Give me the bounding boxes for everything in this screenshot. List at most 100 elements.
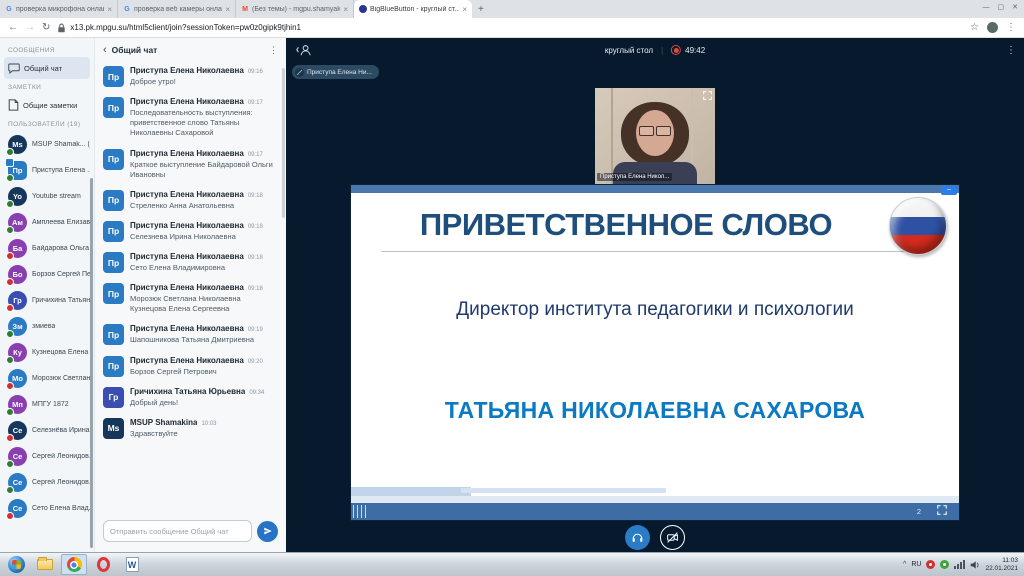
user-status-badge-icon xyxy=(6,251,14,260)
chat-message: Пр Приступа Елена Николаевна 09:19 Шапош… xyxy=(103,324,278,346)
user-name: Гричихина Татьян... xyxy=(32,296,90,304)
sidebar-item-shared-notes[interactable]: Общие заметки xyxy=(4,94,90,116)
tray-expand-icon[interactable]: ^ xyxy=(903,561,906,568)
send-message-button[interactable] xyxy=(257,520,278,542)
window-restore-button[interactable]: ▢ xyxy=(998,3,1005,11)
tab-close-icon[interactable]: × xyxy=(107,5,112,14)
minimize-presentation-button[interactable]: – xyxy=(941,186,957,195)
clock-time: 11:03 xyxy=(1002,556,1018,564)
back-icon[interactable]: ← xyxy=(8,22,18,33)
message-avatar: Пр xyxy=(103,283,124,305)
user-list-item[interactable]: Пр Приступа Елена ... xyxy=(0,157,94,183)
recording-time: 49:42 xyxy=(685,45,706,55)
address-bar: ← → ↻ x13.pk.mpgu.su/html5client/join?se… xyxy=(0,18,1024,38)
user-list-item[interactable]: Се Селезнёва Ирина... xyxy=(0,417,94,443)
url-text[interactable]: x13.pk.mpgu.su/html5client/join?sessionT… xyxy=(70,23,301,32)
browser-tab[interactable]: проверка веб камеры онлайн × xyxy=(118,0,236,18)
user-avatar: Се xyxy=(6,420,27,442)
user-avatar-initials: Се xyxy=(12,425,23,435)
message-body: Приступа Елена Николаевна 09:20 Борзов С… xyxy=(130,356,278,377)
message-avatar: Пр xyxy=(103,220,124,242)
message-body: Приступа Елена Николаевна 09:19 Шапошник… xyxy=(130,324,278,345)
sidebar: СООБЩЕНИЯ Общий чат ЗАМЕТКИ Общие заметк… xyxy=(0,38,94,552)
bookmark-star-icon[interactable]: ☆ xyxy=(970,22,979,33)
toggle-userlist-button[interactable] xyxy=(296,44,312,57)
message-body: MSUP Shamakina 10:03 Здравствуйте xyxy=(130,418,278,439)
opera-icon xyxy=(96,557,110,572)
browser-tab[interactable]: проверка микрофона онлайн × xyxy=(0,0,118,18)
user-name: Морозюк Светлан... xyxy=(32,374,90,382)
headset-icon xyxy=(632,533,643,542)
forward-icon[interactable]: → xyxy=(25,22,35,33)
user-list-item[interactable]: Бо Борзов Сергей Пе... xyxy=(0,261,94,287)
action-bar xyxy=(625,525,685,550)
start-button[interactable] xyxy=(3,554,29,575)
word-taskbar-button[interactable]: W xyxy=(119,554,145,575)
sidebar-item-public-chat[interactable]: Общий чат xyxy=(4,57,90,79)
user-list-item[interactable]: Мп МПГУ 1872 xyxy=(0,391,94,417)
chat-input-row xyxy=(95,514,286,552)
tray-green-app-icon[interactable] xyxy=(940,560,950,569)
user-list-item[interactable]: Се Сергей Леонидов... xyxy=(0,469,94,495)
slide-decor-band xyxy=(351,496,959,503)
slide-decor-bar xyxy=(461,488,666,493)
user-list-item[interactable]: Зм змиева xyxy=(0,313,94,339)
audio-join-button[interactable] xyxy=(625,525,650,550)
browser-tab[interactable]: BigBlueButton - круглый ст... × xyxy=(354,0,472,18)
webcam-off-icon xyxy=(667,532,678,543)
browser-menu-kebab-icon[interactable]: ⋮ xyxy=(1006,22,1016,33)
network-signal-icon[interactable] xyxy=(954,560,966,569)
new-tab-button[interactable]: + xyxy=(472,0,490,18)
user-list-item[interactable]: Се Сето Елена Влад... xyxy=(0,495,94,521)
webcam-expand-icon[interactable] xyxy=(703,91,712,100)
user-list-item[interactable]: Ба Байдарова Ольга ... xyxy=(0,235,94,261)
chat-back-icon[interactable]: ‹ xyxy=(103,44,107,56)
tray-red-app-icon[interactable] xyxy=(926,560,936,569)
user-list-item[interactable]: Ms MSUP Shamak... (Вы) xyxy=(0,131,94,157)
language-indicator[interactable]: RU xyxy=(911,561,921,568)
webcam-share-button[interactable] xyxy=(660,525,685,550)
reload-icon[interactable]: ↻ xyxy=(42,22,50,33)
window-close-button[interactable]: ✕ xyxy=(1012,3,1018,11)
presentation-fullscreen-icon[interactable] xyxy=(937,505,947,515)
meeting-options-kebab-icon[interactable]: ⋮ xyxy=(1006,45,1016,56)
browser-tab[interactable]: (Без темы) - mgpu.shamyakina@ × xyxy=(236,0,354,18)
browser-profile-avatar[interactable] xyxy=(987,22,998,33)
window-minimize-button[interactable]: — xyxy=(983,4,990,11)
chat-scrollbar[interactable] xyxy=(282,68,285,218)
chrome-icon xyxy=(66,557,82,572)
opera-taskbar-button[interactable] xyxy=(90,554,116,575)
active-talker-pill[interactable]: Приступа Елена Ни... xyxy=(292,65,379,79)
chat-options-kebab-icon[interactable]: ⋮ xyxy=(269,45,278,56)
user-name: Борзов Сергей Пе... xyxy=(32,270,90,278)
chrome-taskbar-button[interactable] xyxy=(61,554,87,575)
user-list-item[interactable]: Yo Youtube stream xyxy=(0,183,94,209)
user-list-item[interactable]: Гр Гричихина Татьян... xyxy=(0,287,94,313)
recording-indicator[interactable]: 49:42 xyxy=(671,45,705,55)
taskbar-clock[interactable]: 11:03 22.01.2021 xyxy=(985,557,1018,573)
user-status-badge-icon xyxy=(6,303,14,312)
message-time: 09:18 xyxy=(247,286,263,293)
system-tray: ^ RU 11:03 22.01.2021 xyxy=(903,557,1021,573)
message-text: Стреленко Анна Анатольевна xyxy=(130,200,235,210)
tab-close-icon[interactable]: × xyxy=(343,5,348,14)
url-box[interactable]: x13.pk.mpgu.su/html5client/join?sessionT… xyxy=(57,23,963,33)
chat-header: ‹ Общий чат ⋮ xyxy=(95,38,286,62)
tab-close-icon[interactable]: × xyxy=(462,5,467,14)
user-list-item[interactable]: Ку Кузнецова Елена ... xyxy=(0,339,94,365)
title-separator: | xyxy=(661,45,664,55)
user-list-item[interactable]: Мо Морозюк Светлан... xyxy=(0,365,94,391)
user-list-item[interactable]: Се Сергей Леонидов... xyxy=(0,443,94,469)
word-icon: W xyxy=(125,557,139,572)
speaker-icon[interactable] xyxy=(970,560,980,570)
chat-message-input[interactable] xyxy=(103,520,252,542)
user-status-badge-icon xyxy=(6,433,14,442)
user-avatar-initials: Гр xyxy=(13,295,22,305)
user-avatar-initials: Yo xyxy=(12,191,23,201)
file-explorer-button[interactable] xyxy=(32,554,58,575)
tab-close-icon[interactable]: × xyxy=(225,5,230,14)
message-time: 09:16 xyxy=(247,69,263,75)
users-scrollbar[interactable] xyxy=(90,178,93,548)
chat-panel: ‹ Общий чат ⋮ Пр Приступа Елена Николаев… xyxy=(94,38,286,552)
user-list-item[interactable]: Ам Амплеева Елизав... xyxy=(0,209,94,235)
